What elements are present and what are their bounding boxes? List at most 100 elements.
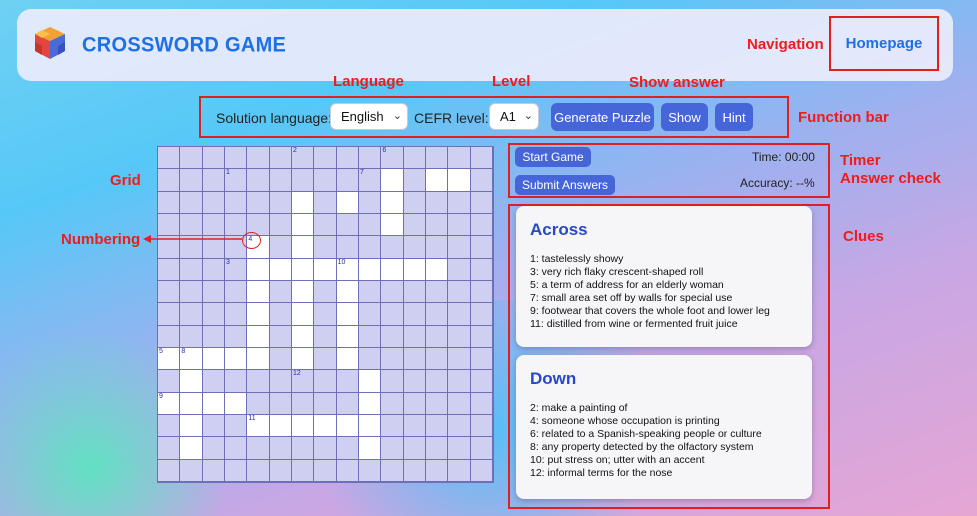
grid-cell: [314, 281, 337, 304]
grid-cell[interactable]: [292, 348, 315, 371]
grid-cell: [359, 459, 382, 482]
grid-cell[interactable]: [292, 303, 315, 326]
grid-cell: [269, 169, 292, 192]
grid-cell: [403, 392, 426, 415]
grid-cell[interactable]: [202, 348, 225, 371]
grid-cell: [403, 303, 426, 326]
grid-cell[interactable]: [292, 191, 315, 214]
grid-cell: [470, 459, 493, 482]
grid-cell[interactable]: 11: [247, 415, 270, 438]
grid-cell[interactable]: [180, 370, 203, 393]
grid-cell: [470, 281, 493, 304]
grid-cell[interactable]: [336, 303, 359, 326]
function-bar-annotation: Function bar: [798, 109, 889, 126]
grid-cell[interactable]: [381, 191, 404, 214]
grid-cell[interactable]: [336, 325, 359, 348]
grid-cell: [269, 281, 292, 304]
cell-number: 8: [181, 348, 186, 355]
grid-cell: [336, 437, 359, 460]
grid-cell[interactable]: [247, 281, 270, 304]
grid-cell[interactable]: [381, 214, 404, 237]
grid-cell[interactable]: [359, 258, 382, 281]
grid-cell[interactable]: [292, 415, 315, 438]
grid-cell[interactable]: 8: [180, 348, 203, 371]
submit-answers-button[interactable]: Submit Answers: [515, 175, 615, 195]
grid-cell: [202, 147, 225, 170]
grid-cell[interactable]: [336, 281, 359, 304]
grid-cell: [269, 392, 292, 415]
grid-cell[interactable]: [336, 415, 359, 438]
grid-cell[interactable]: [336, 348, 359, 371]
grid-cell[interactable]: [426, 258, 449, 281]
numbering-arrow-icon: [143, 235, 242, 243]
grid-cell[interactable]: [359, 437, 382, 460]
grid-cell[interactable]: [426, 169, 449, 192]
grid-cell: [470, 415, 493, 438]
grid-cell[interactable]: [202, 392, 225, 415]
solution-language-select[interactable]: English ⌄: [330, 103, 408, 130]
grid-cell: 2: [292, 147, 315, 170]
grid-cell[interactable]: [292, 258, 315, 281]
grid-cell[interactable]: [180, 415, 203, 438]
grid-cell[interactable]: [381, 169, 404, 192]
grid-cell: [269, 303, 292, 326]
grid-cell: [336, 214, 359, 237]
grid-cell[interactable]: [403, 258, 426, 281]
grid-cell[interactable]: [292, 325, 315, 348]
grid-cell: [470, 258, 493, 281]
grid-cell[interactable]: [225, 392, 248, 415]
cell-number: 7: [360, 169, 364, 177]
grid-cell: [403, 169, 426, 192]
grid-cell: [225, 370, 248, 393]
start-game-button[interactable]: Start Game: [515, 147, 591, 167]
grid-cell: [426, 370, 449, 393]
grid-cell[interactable]: [247, 258, 270, 281]
grid-cell: [426, 214, 449, 237]
grid-cell[interactable]: [292, 236, 315, 259]
grid-cell[interactable]: [314, 258, 337, 281]
cefr-level-select[interactable]: A1 ⌄: [489, 103, 539, 130]
grid-cell: [359, 325, 382, 348]
grid-cell[interactable]: [314, 415, 337, 438]
grid-cell: [180, 281, 203, 304]
grid-cell[interactable]: [225, 348, 248, 371]
timer-annotation: Timer: [840, 152, 881, 169]
grid-cell[interactable]: [359, 392, 382, 415]
grid-cell: [225, 191, 248, 214]
grid-cell[interactable]: [292, 214, 315, 237]
down-clue-item: 2: make a painting of: [530, 402, 628, 414]
grid-cell[interactable]: [448, 169, 471, 192]
chevron-down-icon: ⌄: [392, 110, 402, 122]
grid-cell[interactable]: [269, 415, 292, 438]
grid-cell: [269, 147, 292, 170]
grid-cell[interactable]: 9: [158, 392, 181, 415]
grid-cell[interactable]: [269, 258, 292, 281]
grid-cell: [292, 437, 315, 460]
grid-cell[interactable]: 10: [336, 258, 359, 281]
grid-cell[interactable]: [247, 348, 270, 371]
grid-cell: [448, 303, 471, 326]
grid-cell[interactable]: [180, 437, 203, 460]
grid-cell[interactable]: [359, 370, 382, 393]
grid-cell[interactable]: [247, 325, 270, 348]
grid-cell[interactable]: [180, 392, 203, 415]
grid-cell[interactable]: [359, 415, 382, 438]
answer-check-annotation: Answer check: [840, 170, 941, 187]
grid-cell: [269, 325, 292, 348]
generate-puzzle-button[interactable]: Generate Puzzle: [551, 103, 654, 131]
grid-annotation: Grid: [110, 172, 141, 189]
grid-cell[interactable]: 5: [158, 348, 181, 371]
homepage-link[interactable]: Homepage: [831, 18, 937, 69]
grid-cell: [314, 325, 337, 348]
grid-cell[interactable]: [292, 281, 315, 304]
hint-button[interactable]: Hint: [715, 103, 753, 131]
grid-cell[interactable]: [247, 303, 270, 326]
grid-cell: [448, 325, 471, 348]
grid-cell: [158, 459, 181, 482]
show-button[interactable]: Show: [661, 103, 708, 131]
grid-cell: [158, 191, 181, 214]
grid-cell[interactable]: [381, 258, 404, 281]
grid-cell[interactable]: [336, 191, 359, 214]
grid-cell: [403, 214, 426, 237]
crossword-grid: 2 6 1 7 4 3 10 5 8 12 9 11: [157, 146, 494, 483]
